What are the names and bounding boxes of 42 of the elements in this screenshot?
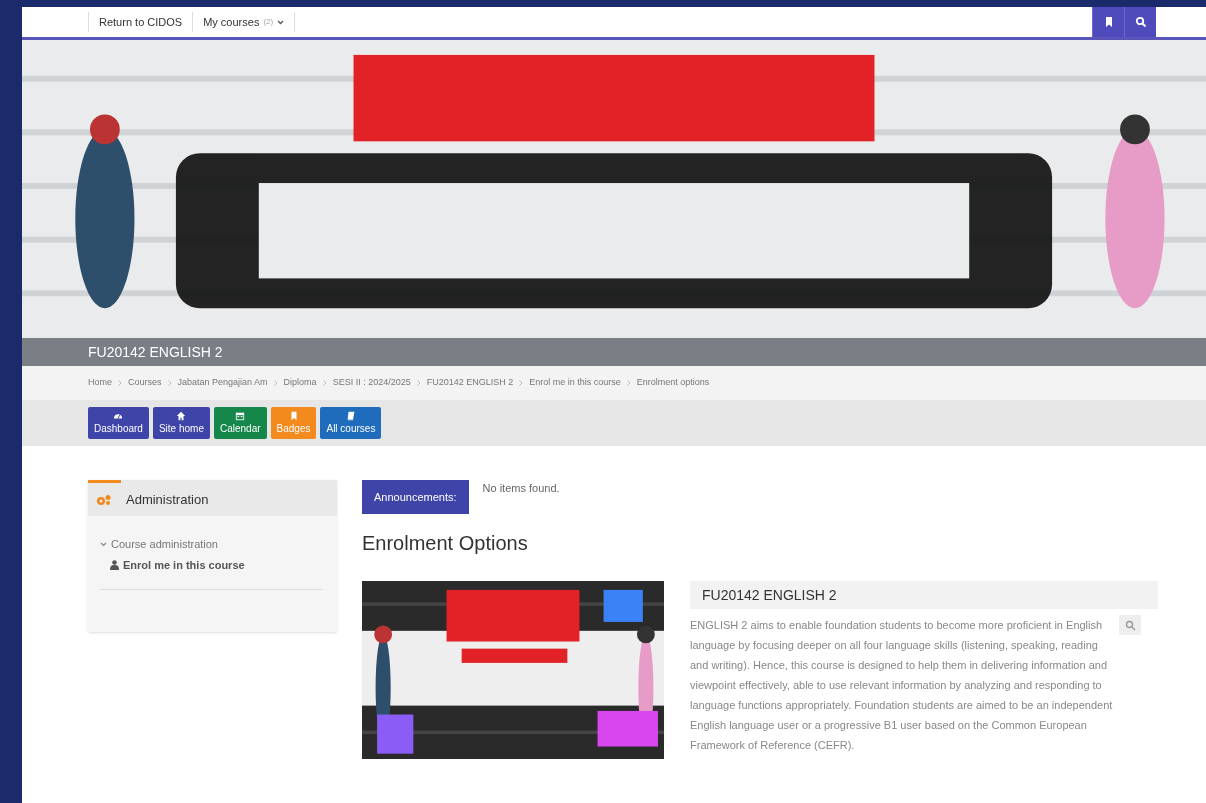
nav-link[interactable]: Return to CIDOS [88, 12, 193, 32]
page-heading: Enrolment Options [362, 531, 529, 556]
chevron-icon [626, 380, 631, 386]
calendar-icon [235, 410, 246, 421]
breadcrumb-link[interactable]: FU20142 ENGLISH 2 [426, 376, 514, 390]
nav-button[interactable]: Badges [270, 407, 317, 439]
search-icon [1134, 16, 1147, 28]
nav-button[interactable]: All courses [320, 407, 382, 439]
block-title: Administration [126, 490, 209, 509]
nav-button[interactable]: Site home [152, 407, 210, 439]
breadcrumb-link[interactable]: Enrol me in this course [529, 376, 621, 390]
menu-link[interactable]: Enrol me in this course [110, 556, 325, 573]
nav-button[interactable]: Calendar [213, 407, 267, 439]
chevron-icon [273, 380, 278, 386]
bookmark-button[interactable] [1092, 7, 1124, 37]
breadcrumb-link[interactable]: Jabatan Pengajian Am [177, 376, 268, 390]
breadcrumb-link[interactable]: Home [88, 376, 112, 390]
user-icon [110, 559, 119, 570]
course-title: FU20142 ENGLISH 2 [88, 342, 223, 362]
search-button[interactable] [1124, 7, 1156, 37]
tree-node[interactable]: Course administration [100, 536, 218, 553]
gears-icon [96, 493, 112, 506]
breadcrumb-link[interactable]: Courses [128, 376, 162, 390]
chevron-icon [416, 380, 421, 386]
chevron-icon [519, 380, 524, 386]
dropdown-menu[interactable]: My courses (2) [192, 12, 296, 32]
chevron-icon [322, 380, 327, 386]
course-summary: ENGLISH 2 aims to enable foundation students to become more proficient in English language by focusing deeper on all four language skills (listening, speaking, reading and writing). Hence, this course is designed to help them in delivering information and viewpoint effectively, able to use relevant information by analyzing and responding to language functions appropriately. Foundation students are aimed to be an independent English language user or a progressive B1 user based on the Common European Framework of Reference (CEFR). [690, 618, 1114, 753]
announcements-label: Announcements: [362, 480, 469, 514]
course-count: (2) [263, 16, 274, 28]
chevron-icon [167, 380, 172, 386]
course-name: FU20142 ENGLISH 2 [702, 585, 837, 605]
book-icon [345, 410, 356, 421]
home-icon [176, 410, 187, 421]
breadcrumb-link[interactable]: Diploma [283, 376, 317, 390]
breadcrumb-link[interactable]: Enrolment options [636, 376, 710, 390]
chevron-icon [118, 380, 122, 386]
caret-icon [277, 19, 285, 25]
announcements-message: No items found. [482, 481, 560, 496]
breadcrumb-link[interactable]: SESI II : 2024/2025 [332, 376, 411, 390]
nav-button[interactable]: Dashboard [88, 407, 149, 439]
search-icon [1124, 619, 1136, 631]
